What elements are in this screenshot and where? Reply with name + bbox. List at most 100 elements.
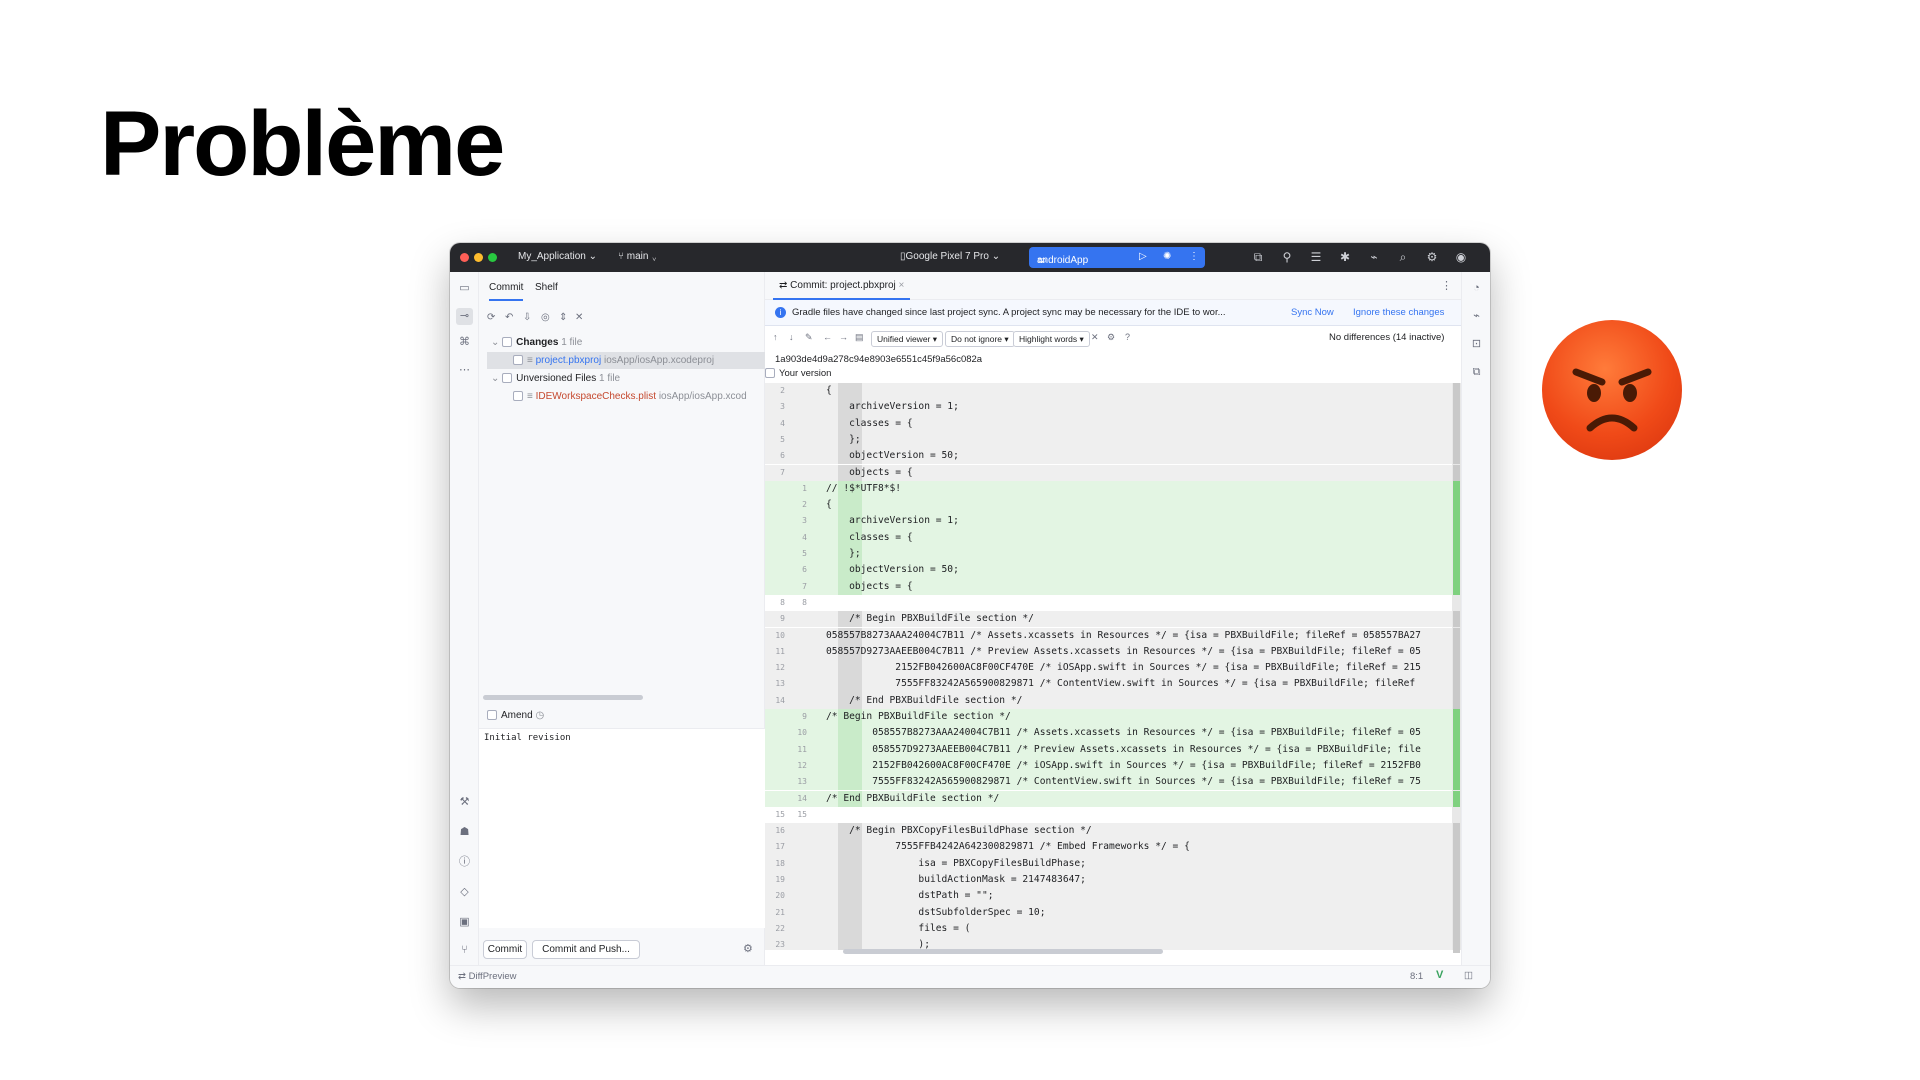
file-compare-icon[interactable]: ▤ [855,332,864,343]
logcat-icon[interactable]: ☗ [456,824,473,841]
diff-line[interactable]: 22 files = ( [765,920,1452,938]
ignore-dropdown[interactable]: Do not ignore ▾ [945,331,1015,347]
gem-icon[interactable]: ◇ [456,884,473,901]
commit-message-input[interactable]: Initial revision [479,728,765,928]
resource-manager-icon[interactable]: ⌘ [456,334,473,351]
diff-line[interactable]: 5 }; [765,431,1452,449]
diff-line[interactable]: 16 /* Begin PBXCopyFilesBuildPhase secti… [765,823,1452,840]
refresh-icon[interactable]: ⟳ [487,312,495,323]
cursor-position[interactable]: 8:1 [1410,971,1423,982]
commit-and-push-button[interactable]: Commit and Push... [532,940,640,959]
diff-line[interactable]: 2{ [765,497,1452,514]
diff-line[interactable]: 10 058557B8273AAA24004C7B11 /* Assets.xca… [765,627,1452,644]
diff-line[interactable]: 15 15 [765,806,1452,824]
eye-icon[interactable]: ◎ [541,312,550,323]
project-selector[interactable]: My_Application ⌄ [518,251,597,262]
vim-icon[interactable]: V [1436,969,1443,981]
amend-option[interactable]: Amend ◷ [487,710,544,721]
diff-line[interactable]: 21 dstSubfolderSpec = 10; [765,904,1452,921]
update-icon[interactable]: ⇩ [523,312,531,323]
vcs-icon[interactable]: ⧉ [1250,249,1266,265]
tab-shelf[interactable]: Shelf [535,282,558,293]
edit-icon[interactable]: ✎ [805,332,813,343]
diff-line[interactable]: 11 058557D9273AAEEB004C7B11 /* Preview As… [765,643,1452,661]
zoom-window-button[interactable] [488,253,497,262]
settings-icon[interactable]: ⚙ [1107,332,1115,343]
diff-line[interactable]: 14 /* End PBXBuildFile section */ [765,692,1452,709]
close-tab-icon[interactable]: × [899,280,905,291]
commit-button[interactable]: Commit [483,940,527,959]
settings-icon[interactable]: ⚙ [1424,249,1440,265]
amend-checkbox[interactable] [487,710,497,721]
sync-now-link[interactable]: Sync Now [1291,300,1334,326]
diff-preview-label[interactable]: ⇄ DiffPreview [458,971,516,982]
ignore-changes-link[interactable]: Ignore these changes [1353,300,1444,326]
translate-icon[interactable]: ⚲ [1279,249,1295,265]
your-version-option[interactable]: Your version [765,368,831,379]
diff-line[interactable]: 18 isa = PBXCopyFilesBuildPhase; [765,855,1452,872]
changes-checkbox[interactable] [502,337,513,348]
diff-line[interactable]: 4 classes = { [765,529,1452,546]
diff-line[interactable]: 10 058557B8273AAA24004C7B11 /* Assets.xc… [765,725,1452,742]
expand-icon[interactable]: ⇕ [559,312,567,323]
horizontal-scrollbar[interactable] [483,695,643,700]
changed-file-row[interactable]: ≡ project.pbxproj iosApp/iosApp.xcodepro… [513,353,714,369]
gear-icon[interactable]: ⚙ [743,942,753,955]
prev-diff-icon[interactable]: ↑ [773,332,778,342]
more-tools-icon[interactable]: ⋯ [456,362,473,379]
project-icon[interactable]: ▭ [456,280,473,297]
diff-marker-stripe[interactable] [1452,383,1461,954]
branch-selector[interactable]: ⑂ main ⌄ [618,251,657,262]
account-icon[interactable]: ◉ [1453,249,1469,265]
inspector-icon[interactable]: ⊡ [1468,336,1485,353]
diff-line[interactable]: 4 classes = { [765,415,1452,432]
more-actions-icon[interactable]: ⋮ [1189,251,1199,262]
git-icon[interactable]: ⑂ [456,942,473,959]
diff-line[interactable]: 88 [765,594,1452,612]
rollback-icon[interactable]: ↶ [505,312,513,323]
back-icon[interactable]: ← [823,332,832,342]
your-version-checkbox[interactable] [765,368,775,379]
running-devices-icon[interactable]: ⧉ [1468,364,1485,381]
diff-line[interactable]: 6 objectVersion = 50; [765,562,1452,579]
viewer-dropdown[interactable]: Unified viewer ▾ [871,331,944,347]
commit-icon[interactable]: ⊸ [456,308,473,325]
bug-icon[interactable]: ✱ [1337,249,1353,265]
highlight-dropdown[interactable]: Highlight words ▾ [1013,331,1090,347]
diff-line[interactable]: 14 /* End PBXBuildFile section */ [765,790,1452,807]
memory-icon[interactable]: ◫ [1464,970,1473,981]
history-icon[interactable]: ◷ [535,710,544,721]
diff-line[interactable]: 12 2152FB042600AC8F00CF470E /* iOSApp.sw… [765,757,1452,775]
run-icon[interactable]: ▷ [1139,251,1147,262]
notifications-icon[interactable]: ◔ [1468,280,1485,297]
next-diff-icon[interactable]: ↓ [789,332,794,342]
diff-line[interactable]: 19 buildActionMask = 2147483647; [765,872,1452,889]
file-checkbox[interactable] [513,391,523,402]
file-checkbox[interactable] [513,355,523,366]
diff-line[interactable]: 5 }; [765,546,1452,563]
more-options-icon[interactable]: ⋮ [1441,279,1452,292]
forward-icon[interactable]: → [839,332,848,342]
diff-line[interactable]: 9 /* Begin PBXBuildFile section */ [765,611,1452,628]
diff-code-view[interactable]: 2{3 archiveVersion = 1; 4 classes = {5 };… [765,383,1452,950]
unversioned-checkbox[interactable] [502,373,513,384]
diff-line[interactable]: 3 archiveVersion = 1; [765,513,1452,530]
close-window-button[interactable] [460,253,469,262]
changes-group[interactable]: ⌄ Changes 1 file [491,335,582,351]
diff-line[interactable]: 1 // !$*UTF8*$! [765,480,1452,498]
minimize-window-button[interactable] [474,253,483,262]
device-manager-icon[interactable]: ⌁ [1468,308,1485,325]
debug-icon[interactable]: ✺ [1163,251,1171,262]
code-horizontal-scrollbar[interactable] [843,949,1163,954]
layout-icon[interactable]: ☰ [1308,249,1324,265]
tab-commit[interactable]: Commit [489,282,524,301]
diff-line[interactable]: 3 archiveVersion = 1; [765,399,1452,416]
collapse-icon[interactable]: ✕ [575,312,583,323]
diff-line[interactable]: 13 7555FF83242A565900829871 /* ContentVi… [765,676,1452,693]
problems-icon[interactable]: ⓘ [456,854,473,871]
diff-line[interactable]: 7 objects = { [765,464,1452,481]
diff-line[interactable]: 9 /* Begin PBXBuildFile section */ [765,709,1452,726]
device-icon[interactable]: ⌁ [1366,249,1382,265]
diff-line[interactable]: 13 7555FF83242A565900829871 /* ContentVi… [765,774,1452,791]
diff-line[interactable]: 7 objects = { [765,578,1452,595]
